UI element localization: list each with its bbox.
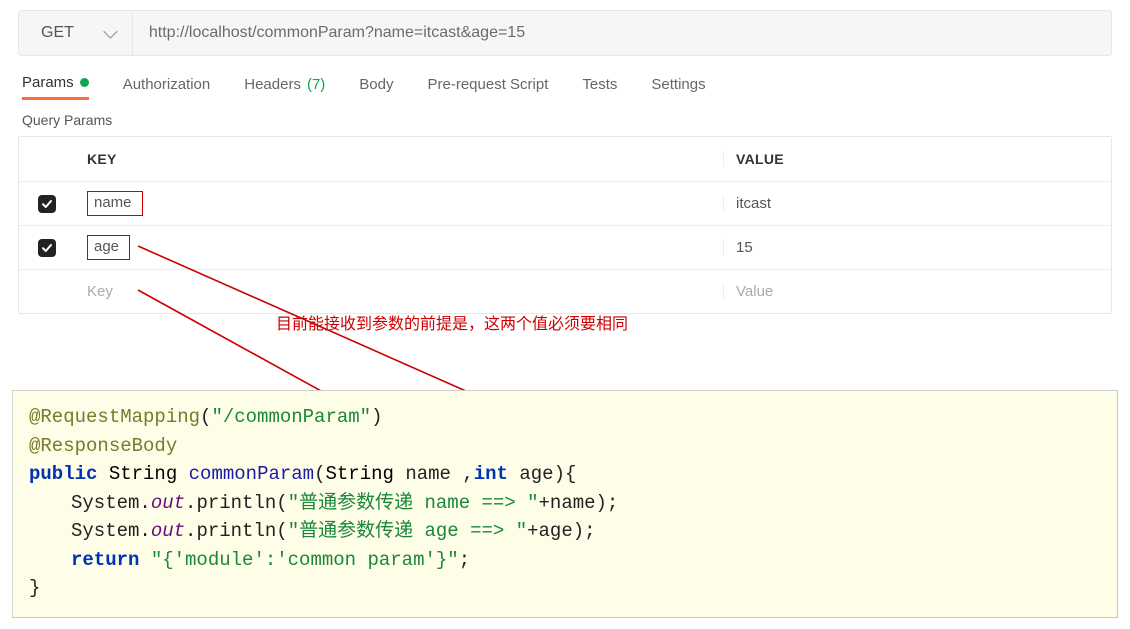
url-text: http://localhost/commonParam?name=itcast…: [149, 24, 525, 42]
request-bar: GET http://localhost/commonParam?name=it…: [18, 10, 1112, 56]
table-row: age 15: [19, 225, 1111, 269]
tab-params[interactable]: Params: [22, 74, 89, 100]
table-row: name itcast: [19, 181, 1111, 225]
param-value-age: 15: [736, 239, 753, 256]
table-header-row: KEY VALUE: [19, 137, 1111, 181]
tab-headers-count: (7): [307, 76, 325, 93]
col-header-value: VALUE: [723, 151, 1111, 167]
param-key-input[interactable]: name: [75, 191, 723, 216]
code-annotation: @RequestMapping: [29, 406, 200, 428]
method-name: commonParam: [189, 463, 314, 485]
http-method-select[interactable]: GET: [19, 11, 133, 55]
param-key-age: age: [87, 235, 130, 260]
param-key-name: name: [87, 191, 143, 216]
request-tabs: Params Authorization Headers (7) Body Pr…: [0, 56, 1130, 100]
param-value-input[interactable]: 15: [723, 239, 1111, 256]
tok-out: out: [151, 492, 185, 514]
kw-public: public: [29, 463, 97, 485]
tab-prerequest[interactable]: Pre-request Script: [428, 76, 549, 99]
http-method-label: GET: [41, 24, 74, 42]
col-header-key: KEY: [75, 151, 723, 167]
tab-headers[interactable]: Headers (7): [244, 76, 325, 99]
query-params-table: KEY VALUE name itcast age 15 Key: [18, 136, 1112, 314]
param-value-placeholder[interactable]: Value: [723, 283, 1111, 300]
str-lit-1: "普通参数传递 name ==> ": [288, 492, 539, 514]
str-lit-2: "普通参数传递 age ==> ": [288, 520, 527, 542]
query-params-title: Query Params: [0, 100, 1130, 136]
check-icon: [41, 242, 53, 254]
row-checkbox[interactable]: [38, 195, 56, 213]
param1-type: String: [325, 463, 393, 485]
tab-authorization[interactable]: Authorization: [123, 76, 211, 99]
tab-params-label: Params: [22, 74, 74, 91]
annotation-text: 目前能接收到参数的前提是，这两个值必须要相同: [276, 310, 628, 334]
tok-println: println: [196, 492, 276, 514]
param-value-input[interactable]: itcast: [723, 195, 1111, 212]
table-row-placeholder: Key Value: [19, 269, 1111, 313]
kw-return: return: [71, 549, 139, 571]
param-value-name: itcast: [736, 195, 771, 212]
param2-name: age: [519, 463, 553, 485]
code-anno1-arg: "/commonParam": [211, 406, 371, 428]
param1-name: name: [405, 463, 451, 485]
code-annotation: @ResponseBody: [29, 435, 177, 457]
check-icon: [41, 198, 53, 210]
ret-type: String: [109, 463, 177, 485]
plus-name: +name: [539, 492, 596, 514]
status-dot-icon: [80, 78, 89, 87]
tab-body[interactable]: Body: [359, 76, 393, 99]
tok-system: System: [71, 520, 139, 542]
param2-type: int: [474, 463, 508, 485]
return-val: "{'module':'common param'}": [151, 549, 459, 571]
tok-system: System: [71, 492, 139, 514]
url-input[interactable]: http://localhost/commonParam?name=itcast…: [133, 11, 1111, 55]
row-checkbox[interactable]: [38, 239, 56, 257]
chevron-down-icon: [103, 25, 117, 39]
tok-println: println: [196, 520, 276, 542]
param-key-input[interactable]: age: [75, 235, 723, 260]
tab-headers-label: Headers: [244, 76, 301, 93]
tok-out: out: [151, 520, 185, 542]
tab-settings[interactable]: Settings: [651, 76, 705, 99]
tab-tests[interactable]: Tests: [582, 76, 617, 99]
plus-age: +age: [527, 520, 573, 542]
param-key-placeholder[interactable]: Key: [75, 283, 723, 300]
code-block: @RequestMapping("/commonParam") @Respons…: [12, 390, 1118, 618]
